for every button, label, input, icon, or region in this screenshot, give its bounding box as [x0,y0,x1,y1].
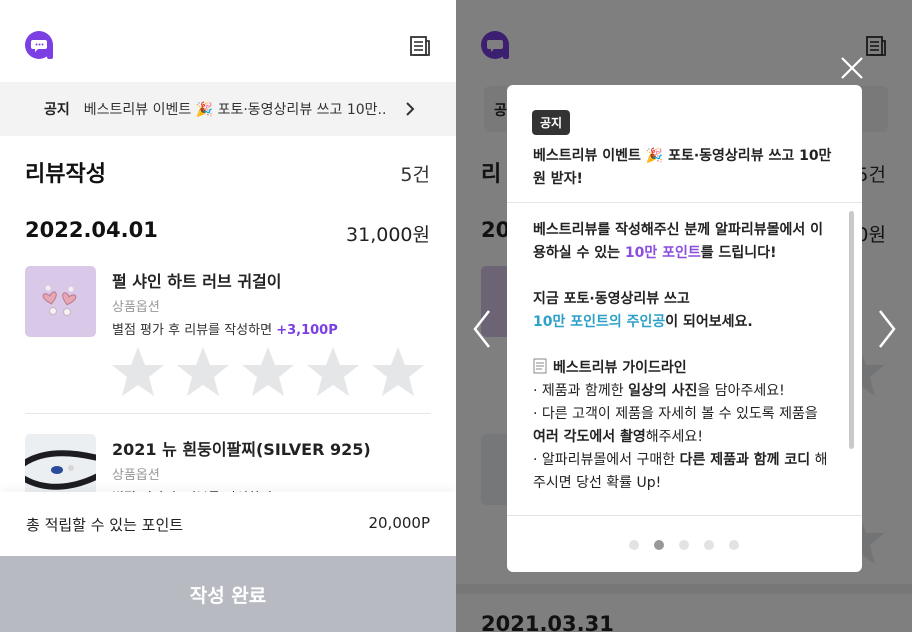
guide-item: · 제품과 함께한 일상의 사진을 담아주세요! [533,383,785,399]
notice-text: 베스트리뷰 이벤트 🎉 포토·동영상리뷰 쓰고 10만.. [83,102,387,118]
guide-item: · 다른 고객이 제품을 자세히 볼 수 있도록 제품을 여러 각도에서 촬영해… [533,406,818,445]
star-rating [111,346,425,398]
pagination-dots [629,540,739,550]
review-page: 공지 베스트리뷰 이벤트 🎉 포토·동영상리뷰 쓰고 10만.. 리뷰작성 5건… [0,0,456,632]
alpha-logo-icon[interactable] [24,29,56,61]
notice-bar[interactable]: 공지 베스트리뷰 이벤트 🎉 포토·동영상리뷰 쓰고 10만.. [0,82,456,136]
product-name: 펄 샤인 하트 러브 귀걸이 [112,272,282,291]
reward-note-text: 별점 평가 후 리뷰를 작성하면 [112,323,277,338]
chevron-left-icon[interactable] [472,309,492,349]
modal-header: 공지 베스트리뷰 이벤트 🎉 포토·동영상리뷰 쓰고 10만원 받자! [507,85,862,203]
order-date: 2022.04.01 [25,218,158,242]
memo-icon [533,358,547,374]
notice-tag: 공지 [44,102,70,118]
close-icon[interactable] [838,54,866,82]
star-icon[interactable] [371,346,425,398]
product-thumbnail[interactable] [25,266,96,337]
modal-footer [507,515,862,572]
document-list-icon[interactable] [408,34,432,58]
cta-line: 지금 포토·동영상리뷰 쓰고 [533,291,690,307]
star-icon[interactable] [306,346,360,398]
points-summary: 총 적립할 수 있는 포인트 20,000P [0,492,456,556]
modal-title: 베스트리뷰 이벤트 🎉 포토·동영상리뷰 쓰고 10만원 받자! [533,148,832,187]
chevron-right-icon[interactable] [404,101,416,117]
product-option: 상품옵션 [112,468,160,483]
points-value: 20,000P [368,514,430,532]
modal-body: 베스트리뷰를 작성해주신 분께 알파리뷰몰에서 이용하실 수 있는 10만 포인… [533,219,833,495]
order-price: 31,000원 [346,224,430,246]
notice-popup-page: 공 리 5건 20 0원 2021.03.31 공지 베스트리뷰 이벤트 🎉 포… [456,0,912,632]
cta-line: 10만 포인트의 주인공이 되어보세요. [533,314,753,330]
chevron-right-icon[interactable] [877,309,897,349]
page-dot[interactable] [679,540,689,550]
page-dot[interactable] [729,540,739,550]
reward-note: 별점 평가 후 리뷰를 작성하면 +3,100P [112,319,338,338]
guide-item: · 알파리뷰몰에서 구매한 다른 제품과 함께 코디 해주시면 당선 확률 Up… [533,452,828,491]
star-icon[interactable] [241,346,295,398]
product-option: 상품옵션 [112,300,160,315]
review-count: 5건 [400,164,430,186]
notice-modal: 공지 베스트리뷰 이벤트 🎉 포토·동영상리뷰 쓰고 10만원 받자! 베스트리… [507,85,862,572]
page-title: 리뷰작성 [25,162,106,187]
modal-tag: 공지 [532,110,571,135]
submit-button[interactable]: 작성 완료 [0,556,456,632]
intro-paragraph: 베스트리뷰를 작성해주신 분께 알파리뷰몰에서 이용하실 수 있는 10만 포인… [533,222,823,261]
modal-scrollbar[interactable] [849,211,854,449]
divider [25,413,431,414]
reward-points: +3,100P [276,323,338,338]
points-label: 총 적립할 수 있는 포인트 [26,516,184,534]
page-dot[interactable] [629,540,639,550]
guide-heading: 베스트리뷰 가이드라인 [533,357,833,380]
star-icon[interactable] [111,346,165,398]
product-name: 2021 뉴 흰둥이팔찌(SILVER 925) [112,440,371,459]
star-icon[interactable] [176,346,230,398]
app-header [0,0,456,82]
page-dot-active[interactable] [654,540,664,550]
page-dot[interactable] [704,540,714,550]
